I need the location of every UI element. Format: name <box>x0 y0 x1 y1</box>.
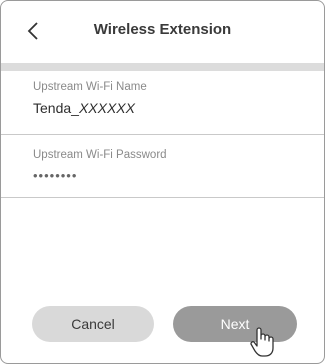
password-label: Upstream Wi-Fi Password <box>33 149 167 161</box>
field-divider <box>1 197 324 198</box>
header-divider <box>1 63 324 71</box>
ssid-label: Upstream Wi-Fi Name <box>33 81 147 93</box>
phone-screen: Wireless Extension Upstream Wi-Fi Name T… <box>0 0 325 364</box>
field-divider <box>1 134 324 135</box>
ssid-prefix: Tenda_ <box>33 100 79 116</box>
ssid-field[interactable]: Upstream Wi-Fi Name Tenda_XXXXXX <box>1 81 324 116</box>
next-button[interactable]: Next <box>173 306 297 342</box>
password-field[interactable]: Upstream Wi-Fi Password •••••••• <box>1 149 324 183</box>
password-value[interactable]: •••••••• <box>33 168 324 183</box>
hand-pointer-icon <box>250 327 274 357</box>
cancel-button[interactable]: Cancel <box>32 306 154 342</box>
ssid-value[interactable]: Tenda_XXXXXX <box>33 100 324 116</box>
header-bar: Wireless Extension <box>1 1 324 63</box>
page-title: Wireless Extension <box>93 21 232 38</box>
ssid-suffix: XXXXXX <box>78 100 135 116</box>
